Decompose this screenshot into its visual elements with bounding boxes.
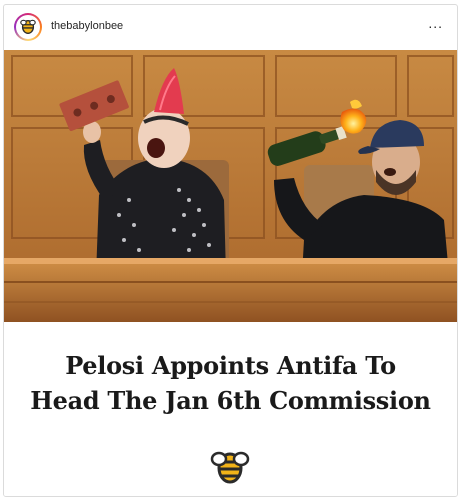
post-image [4, 50, 457, 322]
bee-logo-icon [20, 19, 36, 34]
avatar[interactable] [14, 13, 42, 41]
post-header: thebabylonbee ... [4, 5, 457, 49]
post-card: thebabylonbee ... Pelosi Appoints Antifa… [3, 4, 458, 497]
username[interactable]: thebabylonbee [51, 20, 123, 32]
headline-line-2: Head The Jan 6th Commission [30, 386, 431, 415]
courtroom-photo [4, 50, 457, 322]
bee-logo-icon [210, 451, 250, 484]
post-caption-area: Pelosi Appoints Antifa To Head The Jan 6… [4, 322, 457, 496]
headline: Pelosi Appoints Antifa To Head The Jan 6… [4, 348, 457, 418]
more-options-icon[interactable]: ... [428, 15, 443, 31]
avatar-inner [16, 15, 40, 39]
headline-line-1: Pelosi Appoints Antifa To [65, 351, 396, 380]
